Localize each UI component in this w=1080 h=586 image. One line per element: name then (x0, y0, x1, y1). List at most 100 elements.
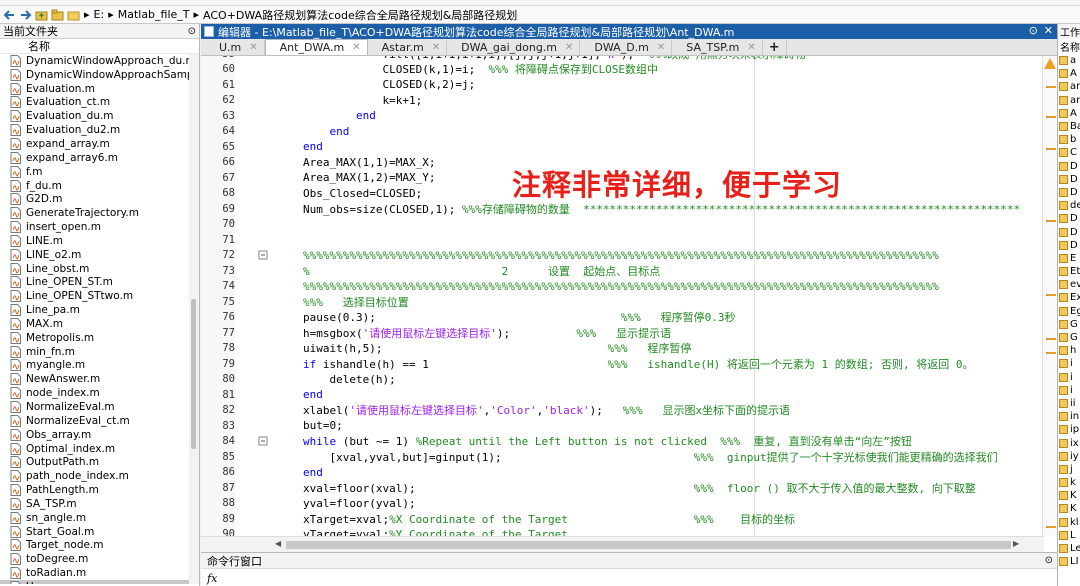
workspace-variable[interactable]: A (1058, 67, 1080, 80)
warning-marker[interactable] (1046, 148, 1056, 150)
code-line[interactable]: 65 end (201, 139, 1044, 155)
workspace-variable[interactable]: i (1058, 371, 1080, 384)
workspace-variable[interactable]: in (1058, 410, 1080, 423)
workspace-variable[interactable]: Le (1058, 542, 1080, 555)
file-item[interactable]: Obs_array.m (0, 428, 190, 442)
file-item[interactable]: min_fn.m (0, 345, 190, 359)
workspace-variable[interactable]: i (1058, 357, 1080, 370)
code-line[interactable]: 87 xval=floor(xval); %%% floor () 取不大于传入值… (201, 480, 1044, 496)
file-item[interactable]: myangle.m (0, 359, 190, 373)
forward-arrow-icon[interactable] (19, 9, 32, 21)
panel-menu-icon[interactable]: ⊙ (1029, 24, 1038, 37)
workspace-variable[interactable]: ii (1058, 397, 1080, 410)
editor-tab[interactable]: U.m ✕ (205, 40, 265, 55)
editor-horizontal-scrollbar[interactable]: ◀ ▶ (201, 536, 1044, 552)
warning-marker[interactable] (1046, 338, 1056, 340)
workspace-variable[interactable]: de (1058, 199, 1080, 212)
workspace-variable[interactable]: ix (1058, 436, 1080, 449)
file-item[interactable]: GenerateTrajectory.m (0, 206, 190, 220)
code-line[interactable]: 86 end (201, 465, 1044, 481)
workspace-variable[interactable]: kl (1058, 516, 1080, 529)
code-line[interactable]: 70 (201, 217, 1044, 233)
file-item[interactable]: SA_TSP.m (0, 497, 190, 511)
workspace-variable[interactable]: ev (1058, 278, 1080, 291)
file-item[interactable]: toRadian.m (0, 566, 190, 580)
editor-tab[interactable]: Astar.m ✕ (368, 40, 448, 55)
close-tab-icon[interactable]: ✕ (352, 42, 360, 53)
file-item[interactable]: Evaluation.m (0, 82, 190, 96)
workspace-variable[interactable]: iy (1058, 450, 1080, 463)
path-folder2[interactable]: ACO+DWA路径规划算法code综合全局路径规划&局部路径规划 (203, 7, 517, 23)
workspace-variable[interactable]: ar (1058, 94, 1080, 107)
workspace-variable[interactable]: G (1058, 318, 1080, 331)
file-item[interactable]: toDegree.m (0, 552, 190, 566)
warning-marker[interactable] (1046, 352, 1056, 354)
file-item[interactable]: Line_obst.m (0, 262, 190, 276)
code-line[interactable]: 63 end (201, 108, 1044, 124)
file-item[interactable]: Evaluation_du2.m (0, 123, 190, 137)
file-item[interactable]: Target_node.m (0, 539, 190, 553)
workspace-variable[interactable]: D (1058, 160, 1080, 173)
workspace-variable[interactable]: LI (1058, 555, 1080, 568)
fold-toggle-icon[interactable] (235, 248, 268, 264)
close-tab-icon[interactable]: ✕ (249, 42, 257, 53)
workspace-variable[interactable]: C (1058, 146, 1080, 159)
file-item[interactable]: insert_open.m (0, 220, 190, 234)
code-line[interactable]: 90 yTarget=yval;%Y Coordinate of the Targ… (201, 527, 1044, 536)
workspace-variable[interactable]: K (1058, 502, 1080, 515)
code-line[interactable]: 79 if ishandle(h) == 1 %%% ishandle(H) 将返… (201, 356, 1044, 372)
workspace-variable[interactable]: Ex (1058, 291, 1080, 304)
file-item[interactable]: f.m (0, 165, 190, 179)
code-line[interactable]: 82 xlabel('请使用鼠标左键选择目标','Color','black');… (201, 403, 1044, 419)
file-item[interactable]: Evaluation_ct.m (0, 96, 190, 110)
file-item[interactable]: Line_OPEN_ST.m (0, 276, 190, 290)
workspace-variable[interactable]: h (1058, 344, 1080, 357)
workspace-variable[interactable]: j (1058, 463, 1080, 476)
browse-folder-icon[interactable] (51, 9, 64, 21)
code-line[interactable]: 61 CLOSED(k,2)=j; (201, 77, 1044, 93)
warning-marker[interactable] (1046, 116, 1056, 118)
editor-tab[interactable]: SA_TSP.m ✕ (672, 40, 763, 55)
file-item[interactable]: DynamicWindowApproachSample. (0, 68, 190, 82)
workspace-variable[interactable]: b (1058, 133, 1080, 146)
code-line[interactable]: 71 (201, 232, 1044, 248)
workspace-variable[interactable]: D (1058, 186, 1080, 199)
file-item[interactable]: Line_OPEN_STtwo.m (0, 289, 190, 303)
up-folder-icon[interactable] (35, 9, 48, 21)
file-item[interactable]: MAX.m (0, 317, 190, 331)
scroll-left-arrow-icon[interactable]: ◀ (275, 539, 281, 548)
code-analyzer-strip[interactable] (1042, 56, 1057, 536)
editor-tab[interactable]: DWA_D.m ✕ (580, 40, 673, 55)
workspace-variable[interactable]: D (1058, 225, 1080, 238)
close-tab-icon[interactable]: ✕ (565, 42, 573, 53)
path-folder1[interactable]: Matlab_file_T (118, 8, 190, 21)
editor-tab[interactable]: DWA_gai_dong.m ✕ (447, 40, 581, 55)
file-item[interactable]: expand_array6.m (0, 151, 190, 165)
file-item[interactable]: node_index.m (0, 386, 190, 400)
workspace-variable[interactable]: k (1058, 476, 1080, 489)
close-tab-icon[interactable]: ✕ (432, 42, 440, 53)
warning-marker[interactable] (1046, 220, 1056, 222)
warning-icon[interactable] (1044, 58, 1056, 69)
warning-marker[interactable] (1046, 86, 1056, 88)
file-item[interactable]: expand_array.m (0, 137, 190, 151)
code-line[interactable]: 85 [xval,yval,but]=ginput(1); %%% ginput… (201, 449, 1044, 465)
code-line[interactable]: 81 end (201, 387, 1044, 403)
workspace-variable[interactable]: a (1058, 54, 1080, 67)
command-window[interactable]: 命令行窗口 ⊙ fx (201, 552, 1057, 586)
back-arrow-icon[interactable] (3, 9, 16, 21)
code-line[interactable]: 76 pause(0.3); %%% 程序暂停0.3秒 (201, 310, 1044, 326)
code-line[interactable]: 78 uiwait(h,5); %%% 程序暂停 (201, 341, 1044, 357)
new-tab-button[interactable]: + (763, 40, 787, 55)
fold-toggle-icon[interactable] (235, 434, 268, 450)
file-item[interactable]: Metropolis.m (0, 331, 190, 345)
file-item[interactable]: sn_angle.m (0, 511, 190, 525)
panel-menu-icon[interactable]: ⊙ (188, 26, 196, 37)
editor-tab[interactable]: Ant_DWA.m ✕ (264, 39, 368, 55)
code-line[interactable]: 62 k=k+1; (201, 93, 1044, 109)
file-item[interactable]: DynamicWindowApproach_du.m (0, 54, 190, 68)
workspace-variable[interactable]: ar (1058, 80, 1080, 93)
scroll-right-arrow-icon[interactable]: ▶ (1013, 539, 1019, 548)
warning-marker[interactable] (1046, 526, 1056, 528)
workspace-variable[interactable]: A (1058, 107, 1080, 120)
